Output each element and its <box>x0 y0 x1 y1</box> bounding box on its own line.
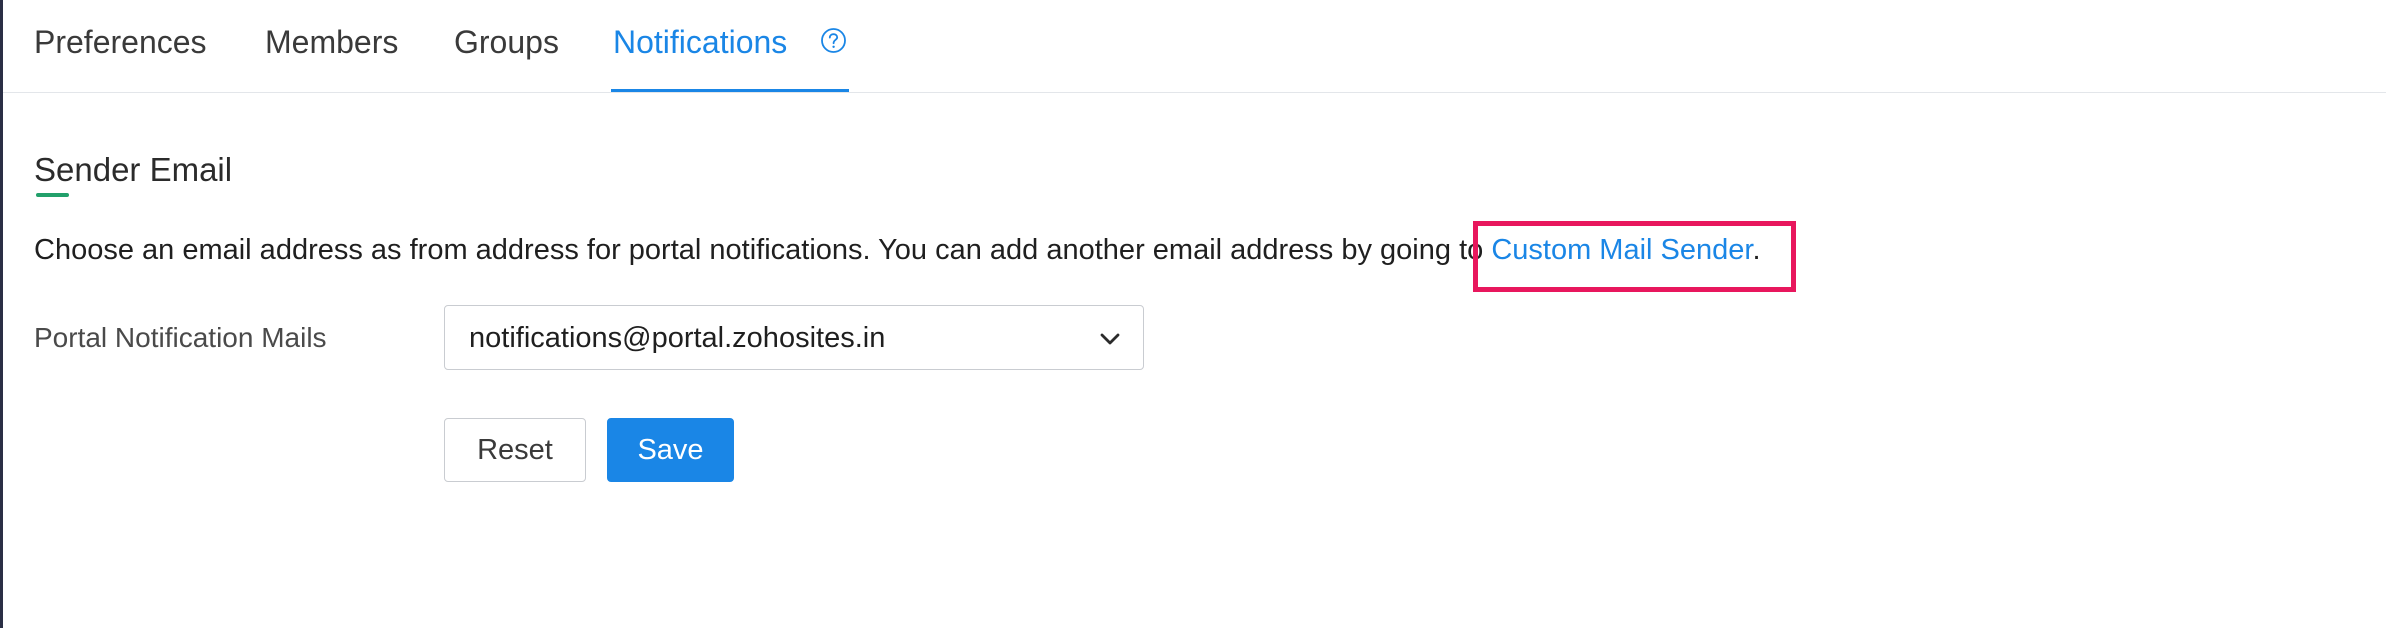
description-text: Choose an email address as from address … <box>34 234 1492 266</box>
active-tab-indicator <box>611 89 849 92</box>
sender-email-select[interactable]: notifications@portal.zohosites.in <box>444 305 1144 370</box>
tab-members[interactable]: Members <box>265 22 398 62</box>
custom-mail-sender-link[interactable]: Custom Mail Sender <box>1491 234 1752 266</box>
section-title-accent <box>36 193 69 197</box>
reset-button[interactable]: Reset <box>444 418 586 482</box>
tab-groups[interactable]: Groups <box>454 22 559 62</box>
section-description: Choose an email address as from address … <box>34 232 1761 268</box>
tab-notifications[interactable]: Notifications <box>613 22 787 62</box>
description-suffix: . <box>1752 234 1761 266</box>
question-circle-icon[interactable] <box>820 27 847 54</box>
save-button[interactable]: Save <box>607 418 734 482</box>
select-value: notifications@portal.zohosites.in <box>469 322 886 354</box>
tab-preferences[interactable]: Preferences <box>34 22 207 62</box>
chevron-down-icon <box>1100 333 1120 345</box>
portal-notification-mails-label: Portal Notification Mails <box>34 322 327 353</box>
section-title: Sender Email <box>34 151 233 188</box>
settings-tab-bar: Preferences Members Groups Notifications <box>3 0 2386 93</box>
